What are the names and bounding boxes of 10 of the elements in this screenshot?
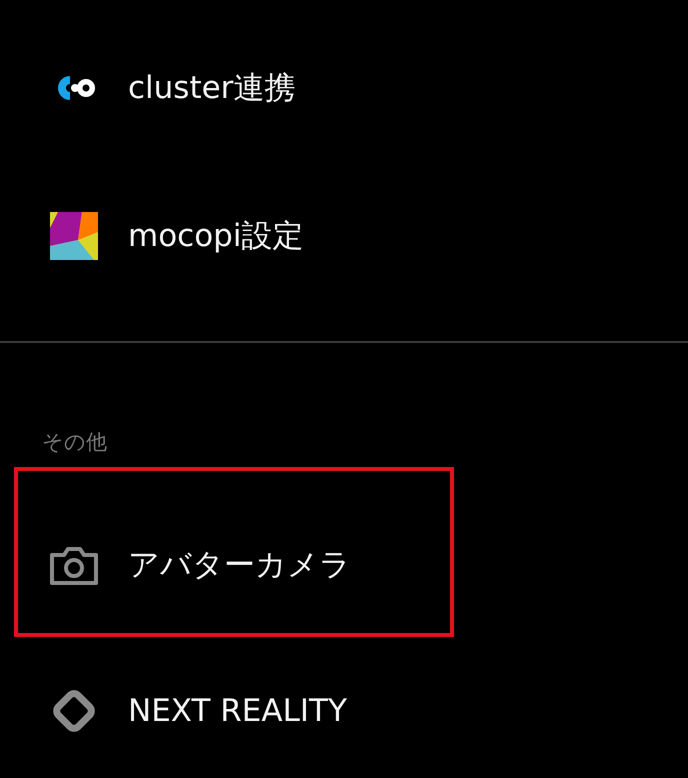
menu-item[interactable]: NEXT REALITY (0, 637, 688, 778)
menu-item-label: cluster連携 (128, 69, 296, 108)
menu-item-label: mocopi設定 (128, 217, 304, 256)
menu-item[interactable]: cluster連携 (0, 14, 688, 162)
menu-item[interactable]: アバターカメラ (18, 491, 351, 639)
section-header: その他 (42, 429, 108, 456)
mocopi-logo-icon (48, 210, 100, 262)
menu-item-label: アバターカメラ (128, 546, 351, 585)
menu-item-label: NEXT REALITY (128, 693, 347, 729)
menu-item[interactable]: mocopi設定 (0, 162, 688, 310)
